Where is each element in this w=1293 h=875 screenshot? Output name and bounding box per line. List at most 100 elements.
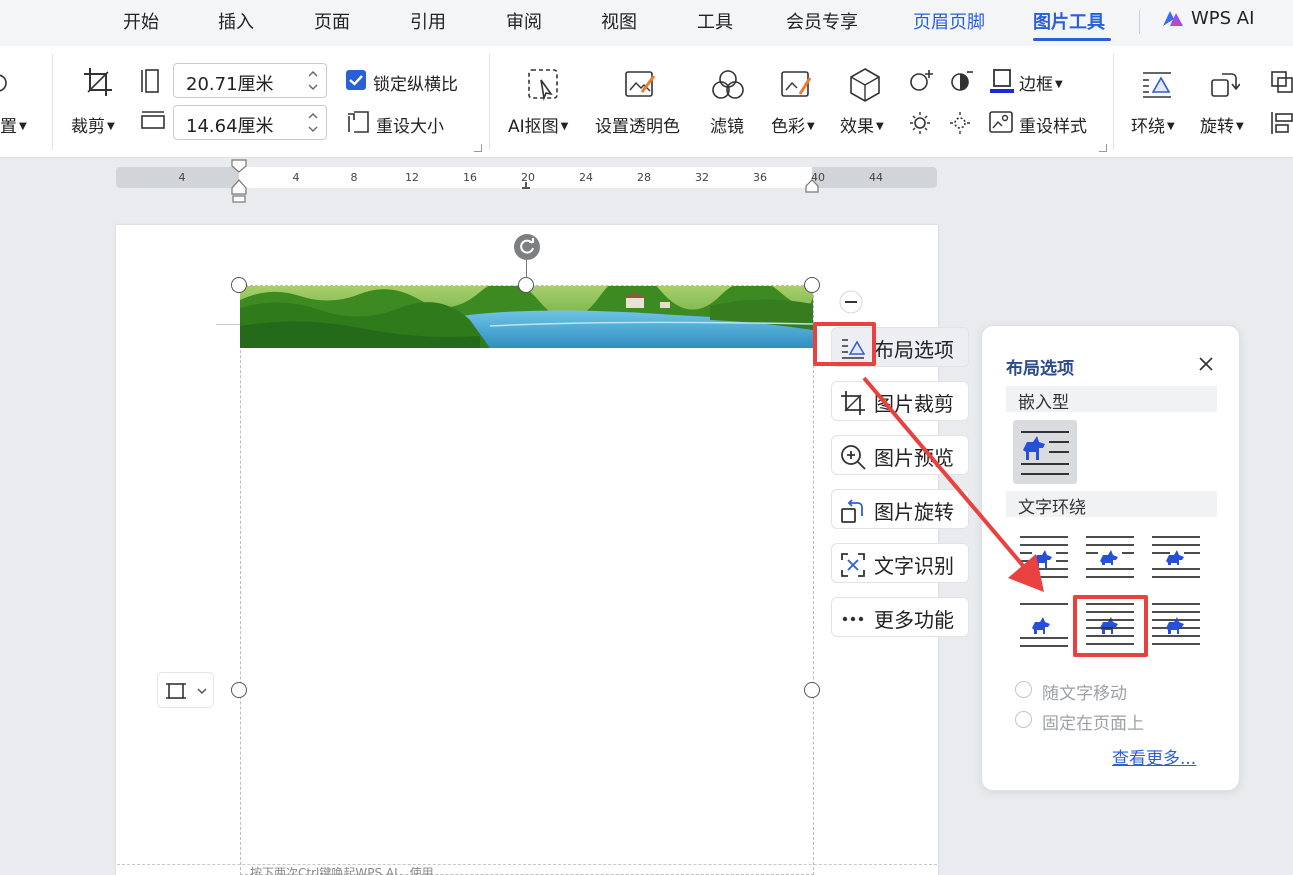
- border-label: 边框: [1019, 75, 1053, 95]
- tab-insert[interactable]: 插入: [218, 8, 254, 34]
- ai-cutout-button[interactable]: AI抠图 ▼: [508, 112, 568, 137]
- tab-tools[interactable]: 工具: [697, 8, 733, 34]
- radio-fix-on-page[interactable]: [1015, 711, 1032, 728]
- wrap-top-bottom-icon: [1020, 603, 1068, 647]
- effect-label: 效果: [840, 117, 874, 137]
- align-icon[interactable]: [1268, 110, 1293, 136]
- landscape-image[interactable]: [240, 286, 813, 348]
- effect-button[interactable]: 效果 ▼: [840, 112, 884, 137]
- ruler-tick: 36: [753, 171, 767, 184]
- tab-member[interactable]: 会员专享: [786, 8, 858, 34]
- brightness-increase-icon[interactable]: [908, 68, 934, 94]
- wrap-option-1[interactable]: [1018, 531, 1070, 583]
- layout-options-popup: 布局选项 嵌入型 文字环绕 随文字移动 固定在页面上 查看更多...: [981, 325, 1240, 791]
- text-recognition-button[interactable]: 文字识别: [831, 543, 969, 583]
- wrap-option-6[interactable]: [1150, 598, 1202, 650]
- ribbon-separator: [52, 54, 53, 150]
- rotate-image-label: 图片旋转: [874, 500, 954, 524]
- resize-handle-right[interactable]: [804, 682, 820, 698]
- reset-size-button[interactable]: 重设大小: [376, 112, 444, 137]
- reset-style-button[interactable]: 重设样式: [1019, 112, 1087, 137]
- radio-move-with-text-label[interactable]: 随文字移动: [1042, 679, 1127, 704]
- width-spin-up-icon[interactable]: [306, 68, 320, 80]
- transparent-color-button[interactable]: 设置透明色: [595, 112, 680, 137]
- tab-home[interactable]: 开始: [123, 8, 159, 34]
- wrap-option-inline[interactable]: [1013, 420, 1077, 484]
- tab-picture-tools[interactable]: 图片工具: [1033, 8, 1105, 34]
- width-field[interactable]: 20.71厘米: [173, 63, 327, 98]
- height-spin-up-icon[interactable]: [306, 110, 320, 122]
- see-more-link[interactable]: 查看更多...: [1112, 744, 1196, 769]
- height-spin-down-icon[interactable]: [306, 123, 320, 135]
- ruler-tick: 4: [292, 171, 300, 184]
- rotate-handle-icon[interactable]: [513, 233, 541, 261]
- floating-layout-tool[interactable]: [157, 672, 214, 708]
- margin-mark: [216, 324, 241, 325]
- resize-handle-left[interactable]: [231, 682, 247, 698]
- width-value: 20.71厘米: [186, 74, 274, 95]
- tab-stop-icon: [522, 182, 530, 189]
- tab-header-footer[interactable]: 页眉页脚: [913, 8, 985, 34]
- wrap-text-icon: [1143, 72, 1171, 98]
- border-icon: [990, 69, 1014, 93]
- rotate-icon: [1211, 73, 1240, 97]
- reset-style-icon: [989, 111, 1013, 133]
- lock-ratio-label[interactable]: 锁定纵横比: [373, 70, 458, 95]
- radio-fix-on-page-label[interactable]: 固定在页面上: [1042, 709, 1144, 734]
- ribbon-separator: [489, 54, 490, 150]
- color-button[interactable]: 色彩 ▼: [771, 112, 815, 137]
- crop-image-button[interactable]: 图片裁剪: [831, 381, 969, 421]
- ai-cutout-label: AI抠图: [508, 117, 559, 137]
- ruler-tick: 4: [178, 171, 186, 184]
- more-functions-button[interactable]: 更多功能: [831, 597, 969, 637]
- wrap-option-2[interactable]: [1084, 531, 1136, 583]
- transparent-color-icon: [625, 71, 656, 97]
- wrap-button[interactable]: 环绕 ▼: [1131, 112, 1175, 137]
- ruler-tick: 32: [695, 171, 709, 184]
- style-dialog-launcher-icon[interactable]: [1099, 144, 1107, 152]
- chevron-down-icon[interactable]: [196, 685, 208, 697]
- tab-page[interactable]: 页面: [314, 8, 350, 34]
- menu-separator: [1139, 10, 1140, 34]
- group-icon[interactable]: [1268, 68, 1293, 98]
- filter-button[interactable]: 滤镜: [710, 112, 744, 137]
- wrap-option-4[interactable]: [1018, 598, 1070, 650]
- right-indent-marker-icon[interactable]: [804, 178, 820, 194]
- rotate-image-button[interactable]: 图片旋转: [831, 489, 969, 529]
- wrap-tight-icon: [1086, 536, 1134, 578]
- height-field[interactable]: 14.64厘米: [173, 105, 327, 140]
- preview-image-button[interactable]: 图片预览: [831, 435, 969, 475]
- ruler-tick: 44: [869, 171, 883, 184]
- tab-view[interactable]: 视图: [601, 8, 637, 34]
- wrap-option-3[interactable]: [1150, 531, 1202, 583]
- rotate-button[interactable]: 旋转 ▼: [1200, 112, 1244, 137]
- more-functions-label: 更多功能: [874, 608, 954, 632]
- resize-handle-top[interactable]: [518, 277, 534, 293]
- contrast-increase-icon[interactable]: [948, 68, 974, 94]
- size-dialog-launcher-icon[interactable]: [474, 144, 482, 152]
- indent-marker-icon[interactable]: [229, 158, 249, 204]
- resize-handle-top-right[interactable]: [804, 277, 820, 293]
- tab-references[interactable]: 引用: [410, 8, 446, 34]
- tab-review[interactable]: 审阅: [506, 8, 542, 34]
- tab-wps-ai[interactable]: WPS AI: [1191, 8, 1254, 29]
- close-icon[interactable]: [1198, 356, 1214, 372]
- border-button[interactable]: 边框 ▼: [1019, 70, 1063, 95]
- ruler-tick: 16: [463, 171, 477, 184]
- width-spin-down-icon[interactable]: [306, 81, 320, 93]
- image-selection-frame: [240, 285, 814, 875]
- collapse-menu-icon[interactable]: [839, 290, 863, 314]
- resize-handle-top-left[interactable]: [231, 277, 247, 293]
- ai-cutout-icon: [528, 69, 558, 101]
- wrap-square-icon: [1020, 536, 1068, 578]
- lock-ratio-checkbox[interactable]: [346, 70, 366, 90]
- color-icon: [781, 71, 812, 97]
- height-value: 14.64厘米: [186, 116, 274, 137]
- brightness-decrease-icon[interactable]: [908, 110, 934, 136]
- color-label: 色彩: [771, 117, 805, 137]
- partial-position-button[interactable]: 置 ▼: [0, 112, 27, 137]
- radio-move-with-text[interactable]: [1015, 681, 1032, 698]
- crop-button[interactable]: 裁剪 ▼: [71, 112, 115, 137]
- text-recognition-icon: [841, 553, 865, 577]
- contrast-decrease-icon[interactable]: [948, 110, 974, 136]
